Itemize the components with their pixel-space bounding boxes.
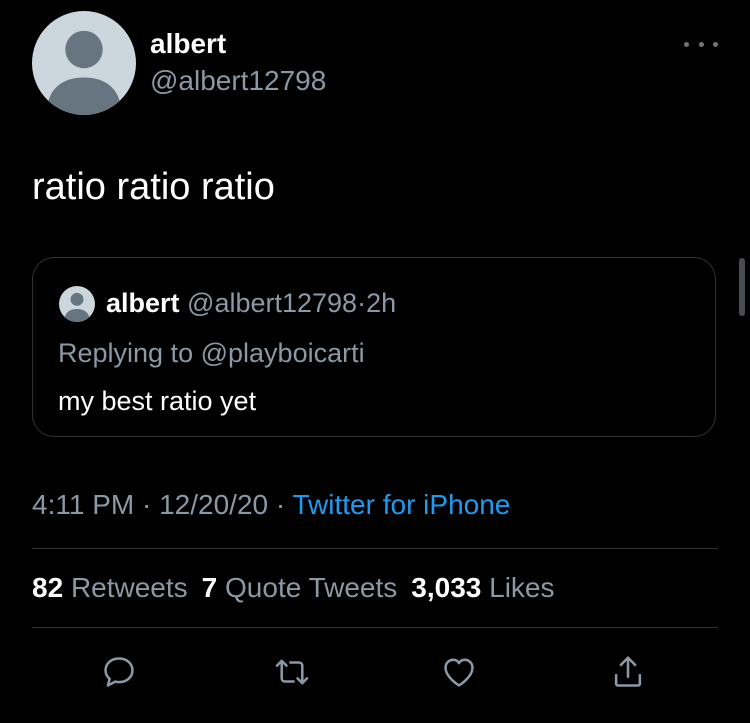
replying-mention: @playboicarti <box>200 338 365 368</box>
like-button[interactable] <box>437 650 481 694</box>
retweet-icon <box>275 659 309 685</box>
more-options-button[interactable] <box>684 36 718 52</box>
retweets-count: 82 <box>32 572 64 603</box>
likes-label: Likes <box>489 572 555 603</box>
likes-count: 3,033 <box>411 572 482 603</box>
author-handle[interactable]: @albert12798 <box>150 64 326 98</box>
quoted-handle: @albert12798 <box>187 288 358 318</box>
quoted-time: 2h <box>366 288 397 318</box>
tweet-text: ratio ratio ratio <box>32 166 275 208</box>
tweet-meta: 4:11 PM · 12/20/20 · Twitter for iPhone <box>32 488 510 522</box>
default-avatar-icon <box>64 292 90 322</box>
quoted-text: my best ratio yet <box>58 386 257 416</box>
tweet-date[interactable]: 12/20/20 <box>159 489 268 520</box>
quoted-header: albert @albert12798·2h <box>106 286 396 320</box>
tweet-time[interactable]: 4:11 PM <box>32 489 134 520</box>
separator-dot: · <box>141 489 152 520</box>
heart-icon <box>444 658 474 687</box>
tweet-stats: 82 Retweets 7 Quote Tweets 3,033 Likes <box>32 571 555 605</box>
author-display-name[interactable]: albert <box>150 26 226 62</box>
retweets-stat[interactable]: 82 Retweets <box>32 572 188 603</box>
more-horizontal-icon <box>684 41 689 47</box>
quoted-replying-to: Replying to @playboicarti <box>58 336 365 370</box>
separator-dot: · <box>357 288 367 318</box>
likes-stat[interactable]: 3,033 Likes <box>411 572 554 603</box>
scrollbar[interactable] <box>739 258 745 316</box>
avatar[interactable] <box>32 11 136 115</box>
quote-tweets-label: Quote Tweets <box>225 572 398 603</box>
share-button[interactable] <box>606 650 650 694</box>
quote-tweets-stat[interactable]: 7 Quote Tweets <box>202 572 398 603</box>
tweet-source-link[interactable]: Twitter for iPhone <box>292 489 510 520</box>
divider <box>32 627 718 628</box>
quoted-display-name: albert <box>106 288 180 318</box>
divider <box>32 548 718 549</box>
reply-button[interactable] <box>97 650 141 694</box>
quote-tweets-count: 7 <box>201 572 218 603</box>
share-upload-icon <box>614 656 642 687</box>
retweets-label: Retweets <box>70 572 188 603</box>
reply-bubble-icon <box>104 657 134 687</box>
default-avatar-icon <box>46 30 122 115</box>
separator-dot: · <box>275 489 286 520</box>
quoted-avatar <box>59 286 95 322</box>
retweet-button[interactable] <box>270 650 314 694</box>
replying-prefix: Replying to <box>58 338 194 368</box>
